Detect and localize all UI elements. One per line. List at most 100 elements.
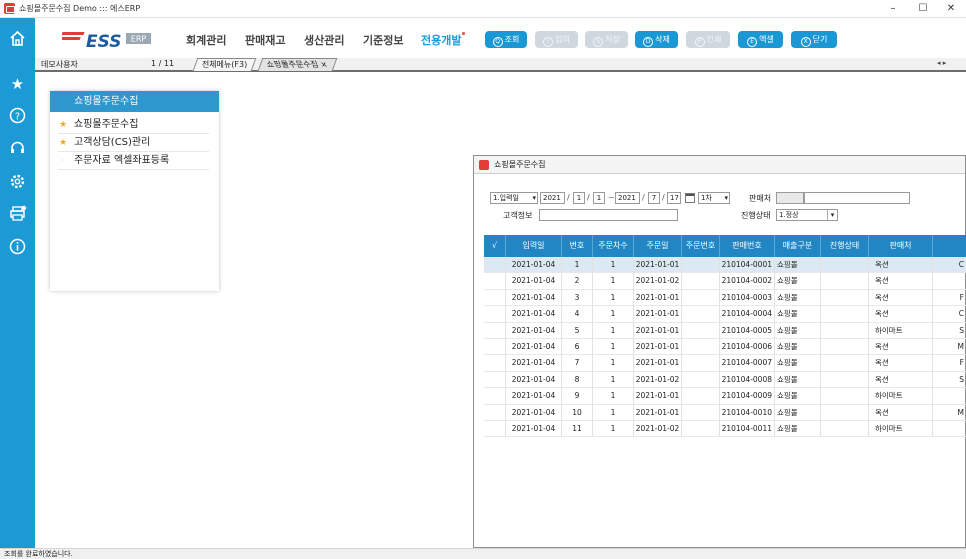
cell-seller[interactable]: 옥션 <box>869 355 933 372</box>
cell-check[interactable] <box>484 355 506 372</box>
table-row[interactable]: 2021-01-04 11 1 2021-01-02 210104-0011 쇼핑몰 하이마… <box>484 420 966 438</box>
cell-order-no[interactable] <box>682 404 720 421</box>
col-no[interactable]: 번호 <box>562 235 593 257</box>
to-day-field[interactable]: 17 <box>667 192 681 204</box>
cell-no[interactable]: 2 <box>562 273 593 290</box>
table-row[interactable]: 2021-01-04 4 1 2021-01-01 210104-0004 쇼핑몰 옥션 C <box>484 306 966 323</box>
cell-order-no[interactable] <box>682 355 720 372</box>
cell-seller[interactable]: 하이마트 <box>869 420 933 438</box>
cell-order-no[interactable] <box>682 289 720 307</box>
cell-order-no[interactable] <box>682 371 720 389</box>
to-month-field[interactable]: 7 <box>648 192 660 204</box>
table-row[interactable]: 2021-01-04 5 1 2021-01-01 210104-0005 쇼핑몰 하이마트… <box>484 322 966 339</box>
cell-progress[interactable] <box>821 371 869 389</box>
ess-erp-logo[interactable]: ESS ERP <box>57 28 152 52</box>
cell-order-date[interactable]: 2021-01-02 <box>634 420 682 438</box>
menu-custom-dev[interactable]: 전용개발 <box>421 32 466 48</box>
cell-no[interactable]: 3 <box>562 289 593 307</box>
cell-sales-no[interactable]: 210104-0001 <box>720 257 775 274</box>
cell-order-cycle[interactable]: 1 <box>593 404 634 421</box>
cell-order-date[interactable]: 2021-01-01 <box>634 289 682 307</box>
cell-sales-type[interactable]: 쇼핑몰 <box>775 306 821 323</box>
col-extra[interactable] <box>933 235 966 257</box>
seller-name-field[interactable] <box>804 192 910 204</box>
cell-sales-no[interactable]: 210104-0003 <box>720 289 775 307</box>
cell-seller[interactable]: 옥션 <box>869 338 933 356</box>
cell-sales-type[interactable]: 쇼핑몰 <box>775 322 821 339</box>
cell-extra[interactable] <box>933 273 966 290</box>
cell-input-date[interactable]: 2021-01-04 <box>506 355 562 372</box>
cell-no[interactable]: 9 <box>562 388 593 405</box>
cell-input-date[interactable]: 2021-01-04 <box>506 273 562 290</box>
insert-button[interactable]: I 입력 <box>535 31 578 48</box>
headset-icon[interactable] <box>7 140 28 160</box>
menu-production[interactable]: 생산관리 <box>304 32 344 48</box>
calendar-icon[interactable] <box>685 193 695 203</box>
cell-no[interactable]: 1 <box>562 257 593 274</box>
col-check[interactable]: √ <box>484 235 506 257</box>
cell-order-cycle[interactable]: 1 <box>593 289 634 307</box>
cell-input-date[interactable]: 2021-01-04 <box>506 338 562 356</box>
cell-order-no[interactable] <box>682 388 720 405</box>
to-year-field[interactable]: 2021 <box>615 192 640 204</box>
cell-order-cycle[interactable]: 1 <box>593 355 634 372</box>
maximize-button[interactable]: ☐ <box>910 1 936 17</box>
tab-close-icon[interactable]: × <box>319 59 330 71</box>
delete-button[interactable]: D 삭제 <box>635 31 678 48</box>
table-row[interactable]: 2021-01-04 1 1 2021-01-01 210104-0001 쇼핑몰 옥션 C <box>484 257 966 274</box>
panel-item-excel-coords[interactable]: · 주문자료 엑셀좌표등록 <box>58 152 209 170</box>
cell-no[interactable]: 5 <box>562 322 593 339</box>
cell-input-date[interactable]: 2021-01-04 <box>506 388 562 405</box>
panel-item-cs[interactable]: ★ 고객상담(CS)관리 <box>58 134 209 152</box>
cell-progress[interactable] <box>821 257 869 274</box>
cell-order-cycle[interactable]: 1 <box>593 322 634 339</box>
cell-order-no[interactable] <box>682 273 720 290</box>
cell-no[interactable]: 11 <box>562 420 593 438</box>
cell-no[interactable]: 10 <box>562 404 593 421</box>
cell-order-date[interactable]: 2021-01-02 <box>634 273 682 290</box>
cell-order-no[interactable] <box>682 306 720 323</box>
cell-order-date[interactable]: 2021-01-01 <box>634 306 682 323</box>
cell-seller[interactable]: 옥션 <box>869 306 933 323</box>
table-row[interactable]: 2021-01-04 2 1 2021-01-02 210104-0002 쇼핑몰 옥션 <box>484 273 966 290</box>
cell-order-cycle[interactable]: 1 <box>593 420 634 438</box>
cell-extra[interactable]: S <box>933 323 966 339</box>
cycle-select[interactable]: 1차 ▾ <box>698 192 730 204</box>
col-sales-type[interactable]: 매출구분 <box>775 235 821 257</box>
cell-sales-no[interactable]: 210104-0006 <box>720 338 775 356</box>
cell-progress[interactable] <box>821 338 869 356</box>
cell-order-no[interactable] <box>682 338 720 356</box>
cell-order-cycle[interactable]: 1 <box>593 371 634 389</box>
star-icon[interactable]: ★ <box>7 74 28 94</box>
cell-progress[interactable] <box>821 289 869 307</box>
cell-sales-type[interactable]: 쇼핑몰 <box>775 257 821 274</box>
cell-order-cycle[interactable]: 1 <box>593 388 634 405</box>
cell-check[interactable] <box>484 404 506 421</box>
col-seller[interactable]: 판매처 <box>869 235 933 257</box>
cell-progress[interactable] <box>821 420 869 438</box>
cell-order-cycle[interactable]: 1 <box>593 338 634 356</box>
date-type-select[interactable]: 1.입력일 ▾ <box>490 192 538 204</box>
cell-check[interactable] <box>484 273 506 290</box>
cell-order-no[interactable] <box>682 257 720 274</box>
cell-check[interactable] <box>484 306 506 323</box>
cell-check[interactable] <box>484 257 506 274</box>
cell-sales-type[interactable]: 쇼핑몰 <box>775 371 821 389</box>
cell-sales-type[interactable]: 쇼핑몰 <box>775 404 821 421</box>
cell-sales-no[interactable]: 210104-0007 <box>720 355 775 372</box>
cell-order-no[interactable] <box>682 420 720 438</box>
status-select[interactable]: 1.정상 ▾ <box>776 209 838 221</box>
cell-sales-no[interactable]: 210104-0009 <box>720 388 775 405</box>
close-button[interactable]: X 닫기 <box>791 31 837 48</box>
table-row[interactable]: 2021-01-04 7 1 2021-01-01 210104-0007 쇼핑몰 옥션 F <box>484 355 966 372</box>
col-order-no[interactable]: 주문번호 <box>682 235 720 257</box>
table-row[interactable]: 2021-01-04 9 1 2021-01-01 210104-0009 쇼핑몰 하이마트 <box>484 388 966 405</box>
cell-order-date[interactable]: 2021-01-01 <box>634 322 682 339</box>
tab-all-menu[interactable]: 전체메뉴(F3) <box>192 58 257 71</box>
col-order-cycle[interactable]: 주문차수 <box>593 235 634 257</box>
cell-sales-no[interactable]: 210104-0008 <box>720 371 775 389</box>
cell-input-date[interactable]: 2021-01-04 <box>506 404 562 421</box>
cell-seller[interactable]: 하이마트 <box>869 322 933 339</box>
table-row[interactable]: 2021-01-04 3 1 2021-01-01 210104-0003 쇼핑몰 옥션 F <box>484 289 966 307</box>
cell-progress[interactable] <box>821 355 869 372</box>
